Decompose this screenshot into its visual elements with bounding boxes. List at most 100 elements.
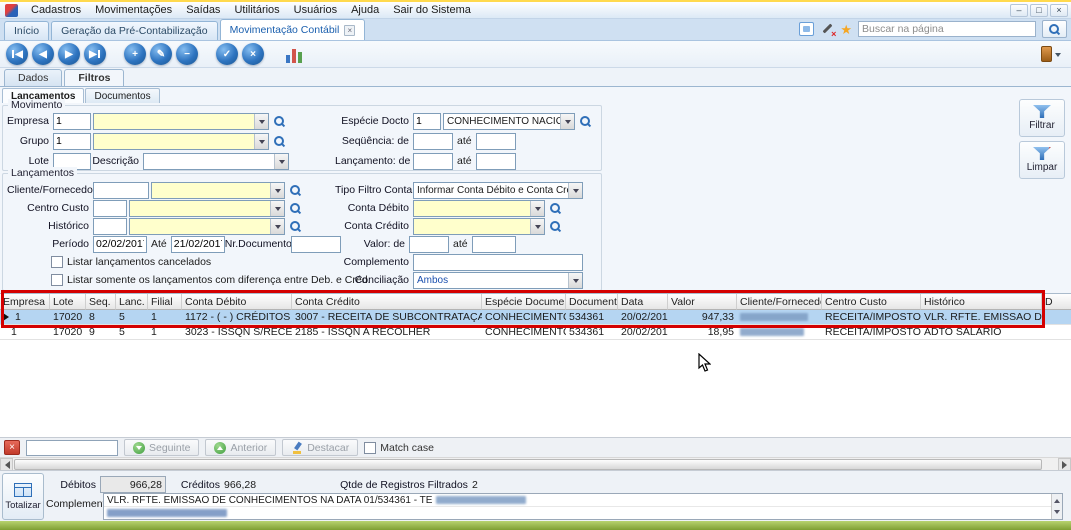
col-empresa[interactable]: Empresa [0,294,50,310]
edit-record-button[interactable]: ✎ [150,43,172,65]
cliente-fornecedor-combo[interactable] [151,182,285,199]
complemento-memo[interactable]: VLR. RFTE. EMISSAO DE CONHECIMENTOS NA D… [103,493,1063,520]
empresa-input[interactable] [53,113,91,130]
valor-ate-input[interactable] [472,236,516,253]
periodo-de-input[interactable] [93,236,147,253]
grid-row-2[interactable]: 1 17020 9 5 1 3023 - ISSQN S/RECEITA 218… [0,325,1071,340]
centro-custo-input[interactable] [93,200,127,217]
cliente-lookup-icon[interactable] [287,182,304,199]
find-next-button[interactable]: Seguinte [124,439,199,456]
especie-docto-combo[interactable]: CONHECIMENTO NACIONAL [443,113,575,130]
lancamento-de-input[interactable] [413,153,453,170]
complemento-filter-input[interactable] [413,254,583,271]
tipo-filtro-conta-combo[interactable]: Informar Conta Débito e Conta Crédito [413,182,583,199]
totalizar-button[interactable]: Totalizar [2,473,44,520]
confirm-button[interactable]: ✓ [216,43,238,65]
historico-lookup-icon[interactable] [287,218,304,235]
scrollbar-thumb[interactable] [14,459,1042,470]
cancel-button[interactable]: × [242,43,264,65]
first-record-button[interactable]: ◀ [6,43,28,65]
horizontal-scrollbar[interactable] [0,457,1071,470]
menu-cadastros[interactable]: Cadastros [24,3,88,17]
menu-ajuda[interactable]: Ajuda [344,3,386,17]
centro-custo-lookup-icon[interactable] [287,200,304,217]
col-cliente-fornecedor[interactable]: Cliente/Fornecedor [737,294,822,310]
match-case-checkbox[interactable] [364,442,376,454]
tab-close-icon[interactable]: × [344,25,355,36]
tab-inicio[interactable]: Início [4,21,49,40]
chart-button[interactable] [282,43,308,65]
menu-movimentacoes[interactable]: Movimentações [88,3,179,17]
tab-movimentacao-contabil[interactable]: Movimentação Contábil × [220,19,366,40]
grupo-lookup-icon[interactable] [271,133,288,150]
scroll-up-icon[interactable] [1054,496,1060,503]
col-valor[interactable]: Valor [668,294,737,310]
grupo-combo[interactable] [93,133,269,150]
subtab-documentos[interactable]: Documentos [85,88,159,103]
col-especie-documento[interactable]: Espécie Documento [482,294,566,310]
filtrar-button[interactable]: Filtrar [1019,99,1065,137]
conta-debito-combo[interactable] [413,200,545,217]
cliente-fornecedor-input[interactable] [93,182,149,199]
col-centro-custo[interactable]: Centro Custo [822,294,921,310]
tab-geracao-pre-contabilizacao[interactable]: Geração da Pré-Contabilização [51,21,218,40]
add-record-button[interactable]: + [124,43,146,65]
grupo-input[interactable] [53,133,91,150]
col-conta-debito[interactable]: Conta Débito [182,294,292,310]
previous-record-button[interactable]: ◀ [32,43,54,65]
menu-usuarios[interactable]: Usuários [287,3,344,17]
page-search-input[interactable] [858,21,1036,37]
especie-docto-input[interactable] [413,113,441,130]
scroll-down-icon[interactable] [1054,510,1060,517]
close-button[interactable]: × [1050,4,1068,17]
col-documento[interactable]: Documento [566,294,618,310]
col-seq[interactable]: Seq. [86,294,116,310]
memo-scrollbar[interactable] [1051,494,1062,519]
conta-credito-combo[interactable] [413,218,545,235]
periodo-ate-input[interactable] [171,236,225,253]
find-previous-button[interactable]: Anterior [205,439,276,456]
empresa-lookup-icon[interactable] [271,113,288,130]
favorite-star-icon[interactable]: ★ [840,23,852,36]
col-historico[interactable]: Histórico [921,294,1042,310]
lancamento-ate-input[interactable] [476,153,516,170]
find-input[interactable] [26,440,118,456]
delete-record-button[interactable]: − [176,43,198,65]
empresa-combo[interactable] [93,113,269,130]
menu-utilitarios[interactable]: Utilitários [227,3,286,17]
minimize-button[interactable]: – [1010,4,1028,17]
limpar-button[interactable]: Limpar [1019,141,1065,179]
historico-combo[interactable] [129,218,285,235]
valor-de-input[interactable] [409,236,449,253]
col-conta-credito[interactable]: Conta Crédito [292,294,482,310]
last-record-button[interactable]: ▶ [84,43,106,65]
conciliacao-combo[interactable]: Ambos [413,272,583,289]
conta-credito-lookup-icon[interactable] [547,218,564,235]
descricao-combo[interactable] [143,153,289,170]
col-lanc[interactable]: Lanc. [116,294,148,310]
col-d[interactable]: D [1042,294,1071,310]
nr-documento-input[interactable] [291,236,341,253]
col-lote[interactable]: Lote [50,294,86,310]
tools-icon[interactable] [820,22,834,36]
panel-icon[interactable] [799,22,814,36]
tab-dados[interactable]: Dados [4,69,62,86]
search-button[interactable] [1042,20,1067,38]
historico-input[interactable] [93,218,127,235]
menu-sair-do-sistema[interactable]: Sair do Sistema [386,3,478,17]
highlight-button[interactable]: Destacar [282,439,358,456]
sequencia-ate-input[interactable] [476,133,516,150]
exit-button[interactable] [1041,46,1065,62]
listar-cancelados-checkbox[interactable] [51,256,63,268]
listar-diferenca-checkbox[interactable] [51,274,63,286]
find-close-button[interactable]: × [4,440,20,455]
centro-custo-combo[interactable] [129,200,285,217]
next-record-button[interactable]: ▶ [58,43,80,65]
col-filial[interactable]: Filial [148,294,182,310]
grid-row-1[interactable]: 1 17020 8 5 1 1172 - ( - ) CRÉDITOS 3007… [0,310,1071,325]
sequencia-de-input[interactable] [413,133,453,150]
tab-filtros[interactable]: Filtros [64,69,124,86]
menu-saidas[interactable]: Saídas [179,3,227,17]
col-data[interactable]: Data [618,294,668,310]
maximize-button[interactable]: □ [1030,4,1048,17]
